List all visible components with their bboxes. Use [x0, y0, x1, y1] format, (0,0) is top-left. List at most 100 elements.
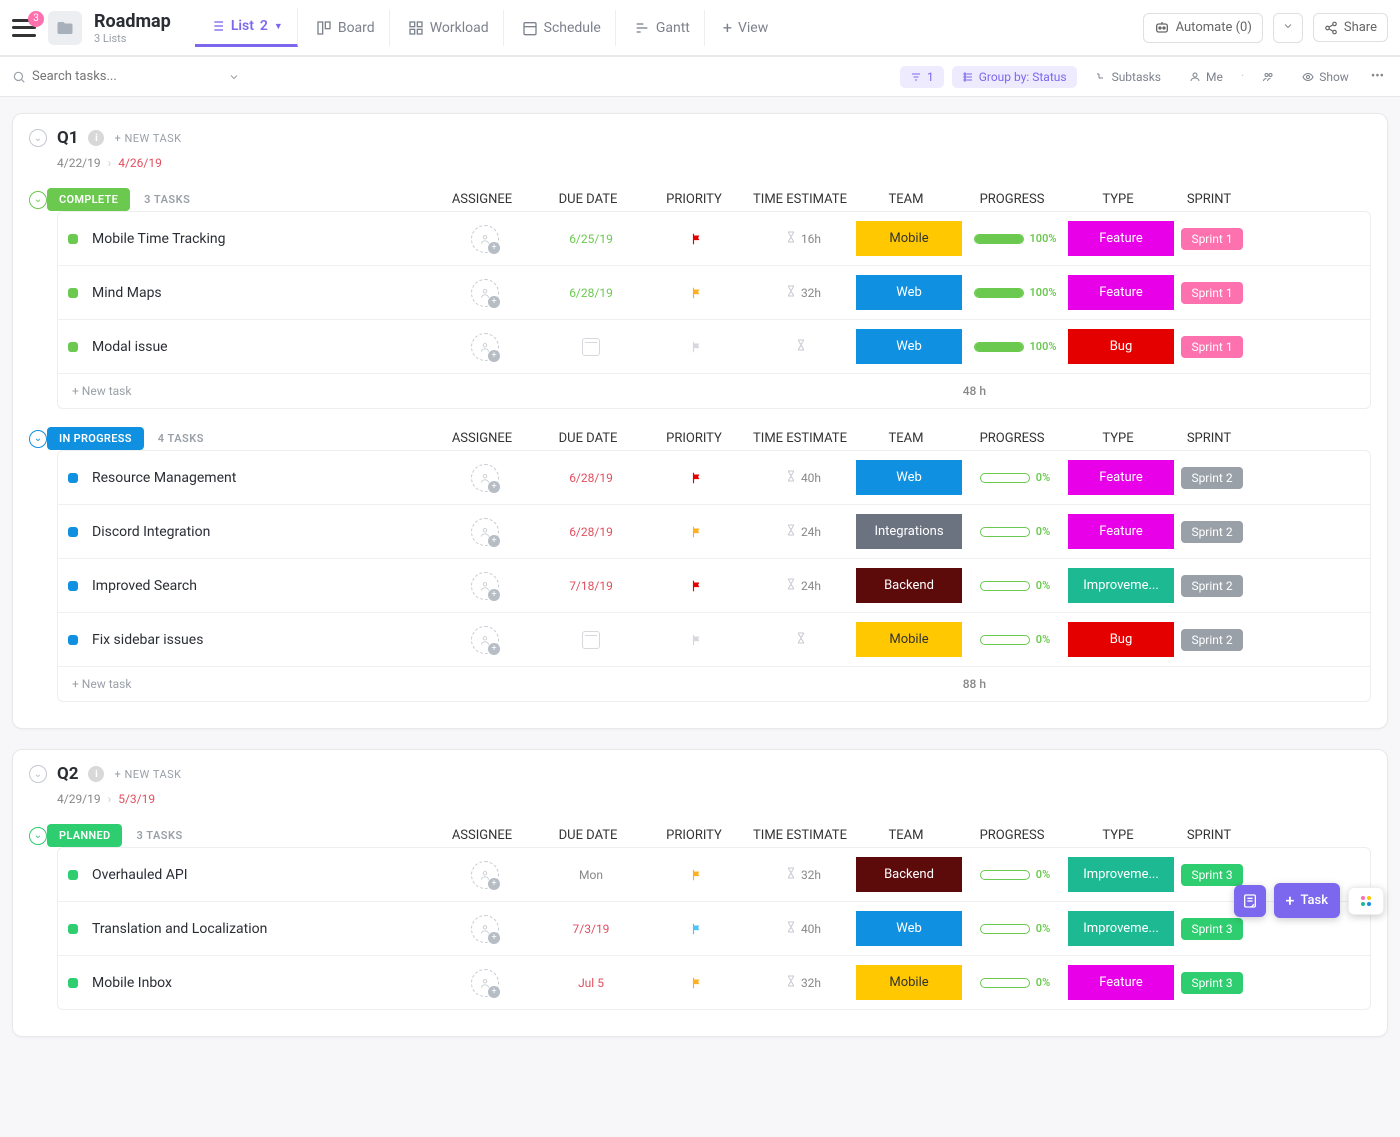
due-cell[interactable] [538, 631, 644, 649]
sprint-cell[interactable]: Sprint 1 [1174, 228, 1250, 250]
assignee-cell[interactable] [432, 279, 538, 307]
type-cell[interactable]: Feature [1068, 460, 1174, 495]
time-cell[interactable]: 24h [750, 523, 856, 540]
priority-cell[interactable] [644, 525, 750, 539]
sprint-cell[interactable]: Sprint 3 [1174, 972, 1250, 994]
info-icon[interactable]: i [88, 766, 104, 782]
type-cell[interactable]: Feature [1068, 965, 1174, 1000]
assignee-cell[interactable] [432, 518, 538, 546]
collapse-icon[interactable]: ⌄ [29, 430, 47, 448]
time-cell[interactable]: 40h [750, 920, 856, 937]
task-name[interactable]: Improved Search [92, 578, 432, 594]
sprint-cell[interactable]: Sprint 2 [1174, 629, 1250, 651]
assignee-cell[interactable] [432, 969, 538, 997]
due-date[interactable]: 7/18/19 [569, 579, 613, 593]
status-label[interactable]: PLANNED [47, 824, 122, 847]
assignee-cell[interactable] [432, 464, 538, 492]
due-date-empty[interactable] [582, 338, 600, 356]
due-cell[interactable]: 6/25/19 [538, 232, 644, 246]
subtasks-pill[interactable]: Subtasks [1085, 66, 1171, 88]
quarter-title[interactable]: Q2 [57, 764, 78, 784]
type-cell[interactable]: Bug [1068, 622, 1174, 657]
time-cell[interactable]: 16h [750, 230, 856, 247]
team-cell[interactable]: Backend [856, 857, 962, 892]
tab-board[interactable]: Board [302, 10, 390, 46]
progress-cell[interactable]: 100% [962, 286, 1068, 299]
status-label[interactable]: IN PROGRESS [47, 427, 144, 450]
sprint-cell[interactable]: Sprint 2 [1174, 521, 1250, 543]
chevron-down-icon[interactable] [228, 71, 240, 83]
type-cell[interactable]: Improveme... [1068, 568, 1174, 603]
task-row[interactable]: Mobile Time Tracking 6/25/19 16h Mobile … [58, 212, 1370, 266]
tab-gantt[interactable]: Gantt [620, 10, 705, 46]
task-name[interactable]: Resource Management [92, 470, 432, 486]
time-cell[interactable]: 32h [750, 974, 856, 991]
collapse-icon[interactable]: ⌄ [29, 765, 47, 783]
type-cell[interactable]: Feature [1068, 514, 1174, 549]
automate-button[interactable]: Automate (0) [1143, 13, 1263, 43]
due-cell[interactable]: 6/28/19 [538, 525, 644, 539]
due-date[interactable]: 7/3/19 [573, 922, 610, 936]
progress-cell[interactable]: 0% [962, 579, 1068, 592]
assignee-cell[interactable] [432, 333, 538, 361]
priority-cell[interactable] [644, 286, 750, 300]
team-cell[interactable]: Web [856, 460, 962, 495]
priority-cell[interactable] [644, 579, 750, 593]
collapse-icon[interactable]: ⌄ [29, 191, 47, 209]
collapse-icon[interactable]: ⌄ [29, 827, 47, 845]
search-box[interactable] [12, 69, 252, 84]
due-cell[interactable]: 7/18/19 [538, 579, 644, 593]
type-cell[interactable]: Feature [1068, 275, 1174, 310]
priority-cell[interactable] [644, 922, 750, 936]
sprint-cell[interactable]: Sprint 2 [1174, 575, 1250, 597]
info-icon[interactable]: i [88, 130, 104, 146]
task-name[interactable]: Mobile Inbox [92, 975, 432, 991]
time-cell[interactable] [750, 631, 856, 648]
task-row[interactable]: Resource Management 6/28/19 40h Web 0% F… [58, 451, 1370, 505]
sprint-cell[interactable]: Sprint 1 [1174, 282, 1250, 304]
status-label[interactable]: COMPLETE [47, 188, 130, 211]
hourglass-icon[interactable] [795, 631, 807, 648]
assignee-cell[interactable] [432, 572, 538, 600]
due-date[interactable]: 6/28/19 [569, 286, 613, 300]
progress-cell[interactable]: 0% [962, 868, 1068, 881]
time-cell[interactable]: 24h [750, 577, 856, 594]
tab-workload[interactable]: Workload [394, 10, 504, 46]
team-cell[interactable]: Web [856, 329, 962, 364]
time-cell[interactable]: 32h [750, 284, 856, 301]
team-cell[interactable]: Mobile [856, 622, 962, 657]
assignees-pill[interactable] [1252, 67, 1284, 87]
team-cell[interactable]: Web [856, 275, 962, 310]
due-date[interactable]: 6/28/19 [569, 471, 613, 485]
type-cell[interactable]: Feature [1068, 221, 1174, 256]
priority-cell[interactable] [644, 976, 750, 990]
automate-dropdown[interactable] [1273, 13, 1303, 43]
assignee-cell[interactable] [432, 626, 538, 654]
type-cell[interactable]: Improveme... [1068, 911, 1174, 946]
progress-cell[interactable]: 0% [962, 633, 1068, 646]
due-date[interactable]: Mon [579, 868, 603, 882]
folder-icon[interactable] [48, 11, 82, 45]
sprint-cell[interactable]: Sprint 1 [1174, 336, 1250, 358]
time-cell[interactable]: 32h [750, 866, 856, 883]
new-task-button[interactable]: + Task [1274, 883, 1340, 918]
team-cell[interactable]: Web [856, 911, 962, 946]
assignee-cell[interactable] [432, 861, 538, 889]
menu-icon[interactable]: 3 [12, 19, 36, 37]
tab-list[interactable]: List 2 ▼ [195, 8, 298, 47]
priority-cell[interactable] [644, 232, 750, 246]
priority-cell[interactable] [644, 633, 750, 647]
notes-button[interactable] [1234, 885, 1266, 917]
priority-cell[interactable] [644, 340, 750, 354]
task-name[interactable]: Modal issue [92, 339, 432, 355]
task-name[interactable]: Mind Maps [92, 285, 432, 301]
task-name[interactable]: Mobile Time Tracking [92, 231, 432, 247]
task-row[interactable]: Overhauled API Mon 32h Backend 0% Improv… [58, 848, 1370, 902]
task-name[interactable]: Overhauled API [92, 867, 432, 883]
task-row[interactable]: Mobile Inbox Jul 5 32h Mobile 0% Feature… [58, 956, 1370, 1009]
task-row[interactable]: Discord Integration 6/28/19 24h Integrat… [58, 505, 1370, 559]
share-button[interactable]: Share [1313, 13, 1388, 42]
show-pill[interactable]: Show [1292, 66, 1359, 88]
assignee-cell[interactable] [432, 225, 538, 253]
task-name[interactable]: Translation and Localization [92, 921, 432, 937]
